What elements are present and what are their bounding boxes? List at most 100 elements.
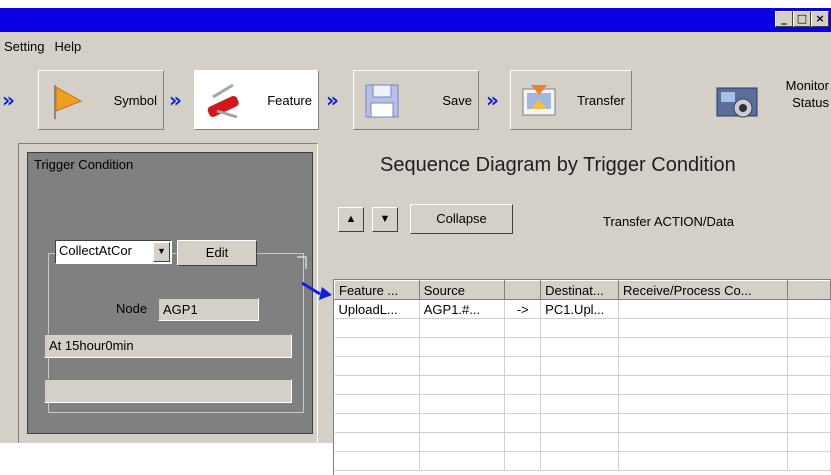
close-button[interactable]: ×	[811, 11, 829, 27]
column-header[interactable]: Feature ...	[334, 280, 420, 300]
trigger-type-select[interactable]: CollectAtCor ▼	[55, 240, 172, 264]
step-feature-label: Feature	[267, 92, 312, 108]
table-cell	[787, 375, 831, 395]
monitor-camera-icon	[716, 87, 758, 118]
table-cell	[504, 375, 542, 395]
table-cell	[504, 356, 542, 376]
move-up-button[interactable]: ▲	[338, 207, 364, 232]
table-row[interactable]	[334, 413, 831, 433]
table-cell	[419, 318, 506, 338]
step-transfer-button[interactable]: Transfer	[510, 70, 632, 130]
table-row[interactable]	[334, 375, 831, 395]
maximize-button[interactable]: □	[793, 11, 811, 27]
window-controls: _ □ ×	[775, 11, 829, 27]
workflow-bar: » Symbol » Feature » Save » Transfer Mon…	[0, 70, 831, 134]
flow-arrow-icon: »	[169, 88, 182, 112]
table-row[interactable]: UploadL... AGP1.#... -> PC1.Upl...	[334, 299, 831, 319]
node-field[interactable]: AGP1	[158, 298, 259, 321]
table-row[interactable]	[334, 451, 831, 471]
step-save-label: Save	[442, 92, 472, 108]
flow-arrow-icon: »	[486, 88, 499, 112]
table-header-row: Feature ... Source Destinat... Receive/P…	[334, 280, 831, 300]
menu-help[interactable]: Help	[50, 39, 87, 54]
table-cell	[504, 413, 542, 433]
table-cell	[504, 318, 542, 338]
sequence-table: Feature ... Source Destinat... Receive/P…	[333, 279, 831, 475]
table-cell: ->	[504, 299, 542, 319]
table-cell	[504, 337, 542, 357]
table-cell	[334, 451, 420, 471]
step-save-button[interactable]: Save	[353, 70, 479, 130]
table-cell	[334, 375, 420, 395]
menu-setting[interactable]: Setting	[0, 39, 50, 54]
table-row[interactable]	[334, 394, 831, 414]
table-cell	[787, 299, 831, 319]
monitor-status-button[interactable]: Monitor Status	[700, 70, 831, 130]
empty-condition-field[interactable]	[44, 379, 292, 403]
table-row[interactable]	[334, 432, 831, 452]
table-cell	[540, 356, 619, 376]
dropdown-arrow-icon[interactable]: ▼	[153, 242, 170, 262]
table-cell	[787, 394, 831, 414]
swiss-knife-icon	[207, 83, 239, 119]
node-label: Node	[116, 301, 148, 316]
column-header[interactable]: Destinat...	[540, 280, 619, 300]
table-row[interactable]	[334, 337, 831, 357]
app-body: Setting Help » Symbol » Feature » Save »…	[0, 32, 831, 475]
step-symbol-label: Symbol	[113, 92, 157, 108]
minimize-button[interactable]: _	[775, 11, 793, 27]
table-cell	[334, 337, 420, 357]
table-row[interactable]	[334, 356, 831, 376]
table-cell: AGP1.#...	[419, 299, 506, 319]
edit-button[interactable]: Edit	[177, 240, 257, 266]
monitor-label-line1: Monitor	[785, 78, 829, 93]
column-header[interactable]	[504, 280, 542, 300]
table-cell	[618, 394, 789, 414]
table-cell	[334, 394, 420, 414]
column-header[interactable]: Source	[418, 280, 506, 300]
column-header[interactable]	[787, 280, 831, 300]
step-symbol-button[interactable]: Symbol	[38, 70, 164, 130]
sequence-diagram-title: Sequence Diagram by Trigger Condition	[380, 154, 736, 176]
collapse-button[interactable]: Collapse	[410, 204, 513, 234]
table-cell	[618, 375, 789, 395]
table-cell	[787, 337, 831, 357]
flag-icon	[54, 85, 83, 119]
table-cell	[540, 413, 619, 433]
sequence-table-grid: Feature ... Source Destinat... Receive/P…	[334, 280, 831, 471]
table-row[interactable]	[334, 318, 831, 338]
column-header[interactable]: Receive/Process Co...	[617, 280, 789, 300]
monitor-status-label: Monitor Status	[786, 77, 829, 111]
table-cell	[618, 356, 789, 376]
table-cell	[540, 394, 619, 414]
floppy-disk-icon	[365, 84, 399, 118]
table-cell: UploadL...	[334, 299, 420, 319]
table-cell	[334, 432, 420, 452]
table-cell: PC1.Upl...	[540, 299, 619, 319]
table-cell	[618, 451, 789, 471]
table-cell	[787, 432, 831, 452]
table-cell	[419, 337, 506, 357]
table-cell	[540, 451, 619, 471]
table-cell	[618, 413, 789, 433]
flow-arrow-icon: »	[326, 88, 339, 112]
table-cell	[419, 432, 506, 452]
table-cell	[540, 337, 619, 357]
table-cell	[334, 413, 420, 433]
trigger-type-value: CollectAtCor	[59, 243, 132, 258]
table-cell	[504, 394, 542, 414]
table-cell	[419, 451, 506, 471]
trigger-condition-title: Trigger Condition	[34, 157, 134, 172]
table-cell	[618, 337, 789, 357]
step-feature-button[interactable]: Feature	[194, 70, 319, 130]
step-transfer-label: Transfer	[577, 92, 625, 108]
trigger-connector-arrow-icon	[297, 256, 332, 300]
transfer-action-label: Transfer ACTION/Data	[603, 214, 734, 229]
table-cell	[618, 318, 789, 338]
table-cell	[787, 413, 831, 433]
table-cell	[504, 451, 542, 471]
time-condition-field[interactable]: At 15hour0min	[44, 334, 292, 358]
move-down-button[interactable]: ▼	[372, 207, 398, 232]
title-bar: _ □ ×	[0, 0, 831, 32]
menu-bar: Setting Help	[0, 32, 831, 60]
